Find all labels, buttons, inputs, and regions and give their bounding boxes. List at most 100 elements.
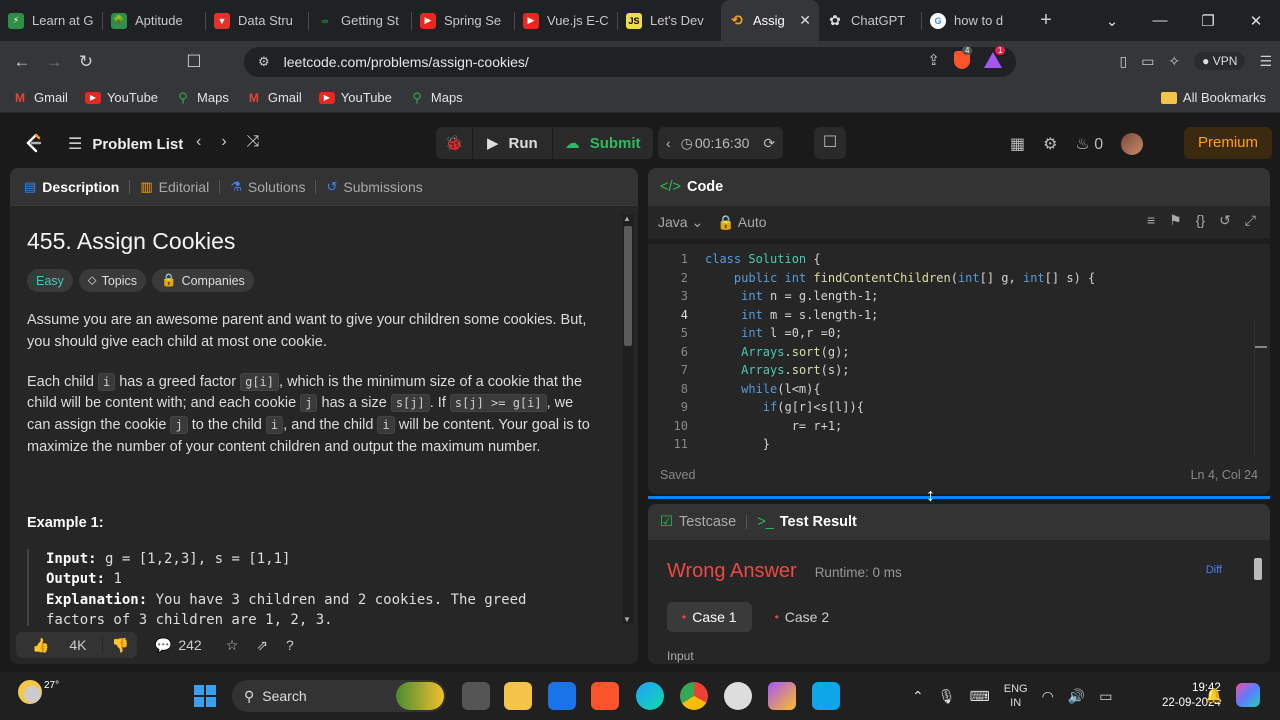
- bookmark-item[interactable]: ▶ YouTube: [318, 90, 392, 105]
- site-info-icon[interactable]: ⚙: [258, 54, 270, 70]
- problem-list-button[interactable]: ☰ Problem List: [68, 134, 183, 154]
- new-tab-button[interactable]: +: [1031, 9, 1061, 32]
- edge-icon[interactable]: [636, 682, 664, 710]
- companies-tag[interactable]: 🔒 Companies: [152, 269, 254, 292]
- close-window-button[interactable]: ✕: [1232, 12, 1280, 30]
- mail-app-icon[interactable]: [812, 682, 840, 710]
- prev-problem-icon[interactable]: ‹: [196, 133, 201, 151]
- code-line[interactable]: }: [705, 437, 770, 451]
- volume-icon[interactable]: 🔊: [1068, 688, 1085, 705]
- forward-icon[interactable]: →: [38, 52, 70, 72]
- auto-mode-toggle[interactable]: 🔒 Auto: [717, 214, 766, 231]
- bookmark-icon[interactable]: ☐: [178, 52, 210, 72]
- code-line[interactable]: if(g[r]<s[l]){: [705, 400, 864, 414]
- code-line[interactable]: int m = s.length-1;: [705, 308, 878, 322]
- code-line[interactable]: class Solution {: [705, 252, 821, 266]
- tab-test-result[interactable]: >_ Test Result: [757, 514, 857, 530]
- browser-tab[interactable]: JS Let's Dev: [618, 0, 721, 41]
- wifi-icon[interactable]: ◠: [1042, 688, 1054, 705]
- code-editor[interactable]: 1 2 3 4 5 6 7 8 9 10 11 class Solution { public in…: [648, 244, 1270, 494]
- minimize-button[interactable]: —: [1136, 12, 1184, 29]
- browser-tab[interactable]: ∞ Getting St: [309, 0, 412, 41]
- browser-tab[interactable]: ▶ Vue.js E-C: [515, 0, 618, 41]
- comments-button[interactable]: 💬 242: [155, 637, 202, 654]
- code-line[interactable]: int n = g.length-1;: [705, 289, 878, 303]
- brave-rewards-icon[interactable]: 1: [984, 46, 1006, 68]
- restore-button[interactable]: ❐: [1184, 12, 1232, 30]
- diff-toggle[interactable]: Diff: [1206, 564, 1222, 576]
- chrome-icon[interactable]: [680, 682, 708, 710]
- notes-icon[interactable]: ☐: [814, 127, 846, 159]
- share-icon[interactable]: ⇗: [256, 637, 268, 654]
- tab-description[interactable]: ▤ Description: [24, 179, 119, 195]
- code-line[interactable]: while(l<m){: [705, 382, 820, 396]
- bookmark-item[interactable]: M Gmail: [12, 90, 68, 105]
- case-tab-2[interactable]: • Case 2: [760, 602, 845, 632]
- bookmark-item[interactable]: ▶ YouTube: [84, 90, 158, 105]
- sidebar-icon[interactable]: ▯: [1119, 53, 1127, 70]
- reload-icon[interactable]: ↻: [70, 52, 102, 72]
- braces-icon[interactable]: {}: [1196, 212, 1205, 229]
- address-bar[interactable]: ⚙ leetcode.com/problems/assign-cookies/ …: [244, 46, 1016, 77]
- bookmark-item[interactable]: ⚲ Maps: [409, 90, 463, 106]
- format-icon[interactable]: ≡: [1147, 212, 1155, 229]
- premium-button[interactable]: Premium: [1184, 127, 1273, 159]
- brave-browser-icon[interactable]: [591, 682, 619, 710]
- debugger-icon[interactable]: 🐞: [436, 134, 472, 152]
- avatar[interactable]: [1121, 133, 1144, 155]
- run-button[interactable]: ▶ Run: [472, 127, 552, 159]
- reset-code-icon[interactable]: ↺: [1219, 212, 1231, 229]
- code-line[interactable]: Arrays.sort(g);: [705, 345, 849, 359]
- close-tab-icon[interactable]: ✕: [799, 12, 811, 29]
- code-line[interactable]: r= r+1;: [705, 419, 843, 433]
- tab-editorial[interactable]: ▥ Editorial: [140, 179, 209, 195]
- battery-icon[interactable]: ▭: [1099, 688, 1112, 705]
- leetcode-logo-icon[interactable]: [22, 132, 44, 154]
- vpn-button[interactable]: ● VPN: [1194, 52, 1246, 70]
- next-problem-icon[interactable]: ›: [221, 133, 226, 151]
- language-indicator[interactable]: ENG IN: [1004, 682, 1028, 710]
- fullscreen-icon[interactable]: ⤢: [1245, 212, 1256, 229]
- browser-tab[interactable]: 🌳 Aptitude: [103, 0, 206, 41]
- back-icon[interactable]: ←: [6, 52, 38, 72]
- description-scrollbar[interactable]: ▲ ▼: [622, 214, 634, 624]
- tab-testcase[interactable]: ☑ Testcase: [660, 514, 736, 530]
- topics-tag[interactable]: ⬦ Topics: [78, 269, 146, 292]
- code-line[interactable]: public int findContentChildren(int[] g, …: [705, 271, 1095, 285]
- leo-ai-icon[interactable]: ✧: [1168, 53, 1180, 70]
- code-line[interactable]: Arrays.sort(s);: [705, 363, 849, 377]
- submit-button[interactable]: ☁ Submit: [551, 127, 653, 159]
- browser-tab[interactable]: ✿ ChatGPT: [819, 0, 922, 41]
- start-button[interactable]: [194, 685, 216, 707]
- like-button[interactable]: 👍 4K: [16, 637, 102, 654]
- browser-tab-active[interactable]: ⟲ Assig ✕: [721, 0, 819, 41]
- keyboard-icon[interactable]: ⌨: [970, 688, 990, 705]
- wallet-icon[interactable]: ▭: [1141, 53, 1154, 70]
- browser-tab[interactable]: Ghow to d: [922, 0, 1025, 41]
- share-icon[interactable]: ⇪: [927, 51, 940, 69]
- copilot-icon[interactable]: [1236, 683, 1260, 707]
- task-view-icon[interactable]: [462, 682, 490, 710]
- language-select[interactable]: Java ⌄: [658, 214, 703, 231]
- bookmark-item[interactable]: ⚲ Maps: [175, 90, 229, 106]
- bookmark-icon[interactable]: ⚑: [1169, 212, 1182, 229]
- case-tab-1[interactable]: • Case 1: [667, 602, 752, 632]
- test-scrollbar[interactable]: [1252, 544, 1264, 662]
- browser-tab[interactable]: ⚡ Learn at G: [0, 0, 103, 41]
- collapse-timer-icon[interactable]: ‹: [658, 135, 679, 151]
- browser-tab[interactable]: ▶ Spring Se: [412, 0, 515, 41]
- browser-tab[interactable]: ▼ Data Stru: [206, 0, 309, 41]
- store-icon[interactable]: [548, 682, 576, 710]
- file-explorer-icon[interactable]: [504, 682, 532, 710]
- menu-icon[interactable]: ☰: [1259, 53, 1272, 70]
- photos-app-icon[interactable]: [768, 682, 796, 710]
- notification-icon[interactable]: 🔔: [1205, 687, 1222, 704]
- brave-shield-icon[interactable]: 4: [954, 46, 973, 69]
- shuffle-icon[interactable]: ⤨: [247, 133, 260, 151]
- tab-search-icon[interactable]: ⌄: [1088, 12, 1136, 30]
- star-icon[interactable]: ☆: [226, 637, 239, 654]
- code-line[interactable]: int l =0,r =0;: [705, 326, 842, 340]
- weather-widget[interactable]: 27°: [18, 680, 59, 704]
- tab-submissions[interactable]: ↺ Submissions: [326, 179, 422, 195]
- panel-splitter[interactable]: [648, 496, 1270, 499]
